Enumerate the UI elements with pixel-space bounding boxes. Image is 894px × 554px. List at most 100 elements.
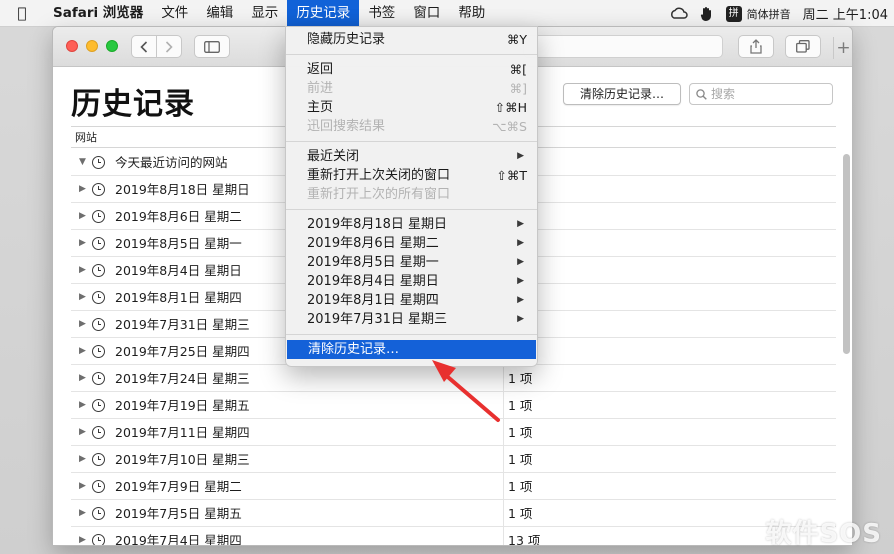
- sidebar-toggle-button[interactable]: [194, 35, 230, 58]
- menu-item-label: 清除历史记录…: [308, 342, 400, 357]
- disclosure-closed-icon[interactable]: ▶: [79, 230, 86, 257]
- menu-edit[interactable]: 编辑: [197, 0, 242, 27]
- minimize-window-button[interactable]: [86, 40, 98, 52]
- disclosure-closed-icon[interactable]: ▶: [79, 500, 86, 527]
- new-tab-button[interactable]: +: [833, 37, 852, 59]
- history-item-count: 1 项: [508, 371, 533, 386]
- clock-icon: [92, 453, 105, 466]
- menu-item: 迅回搜索结果 ⌥⌘S: [286, 117, 537, 136]
- menu-item[interactable]: 2019年8月6日 星期二 ▶: [286, 234, 537, 253]
- input-method-indicator[interactable]: 拼简体拼音: [720, 5, 797, 22]
- history-search-field[interactable]: [689, 83, 833, 105]
- submenu-arrow-icon: ▶: [517, 295, 524, 305]
- menu-item[interactable]: 隐藏历史记录 ⌘Y: [286, 30, 537, 49]
- close-window-button[interactable]: [66, 40, 78, 52]
- history-row[interactable]: ▶ 2019年7月10日 星期三 1 项: [71, 446, 836, 473]
- page-title: 历史记录: [71, 87, 195, 122]
- menu-item-shortcut: ⇧⌘T: [496, 168, 527, 183]
- menu-item[interactable]: 最近关闭 ▶: [286, 147, 537, 166]
- submenu-arrow-icon: ▶: [517, 219, 524, 229]
- menu-item-label: 迅回搜索结果: [307, 119, 386, 134]
- menu-item[interactable]: 2019年8月1日 星期四 ▶: [286, 291, 537, 310]
- clear-history-button[interactable]: 清除历史记录…: [563, 83, 681, 105]
- history-row[interactable]: ▶ 2019年7月5日 星期五 1 项: [71, 500, 836, 527]
- disclosure-closed-icon[interactable]: ▶: [79, 392, 86, 419]
- clock-icon: [92, 399, 105, 412]
- creative-cloud-icon[interactable]: [664, 7, 694, 21]
- menu-separator: [286, 209, 537, 210]
- vertical-scrollbar[interactable]: [843, 154, 850, 354]
- disclosure-closed-icon[interactable]: ▶: [79, 365, 86, 392]
- menu-help[interactable]: 帮助: [449, 0, 494, 27]
- menu-item[interactable]: 返回 ⌘[: [286, 60, 537, 79]
- annotation-arrow-icon: [432, 360, 500, 422]
- menu-item: 重新打开上次的所有窗口: [286, 185, 537, 204]
- disclosure-closed-icon[interactable]: ▶: [79, 311, 86, 338]
- disclosure-closed-icon[interactable]: ▶: [79, 527, 86, 545]
- disclosure-open-icon[interactable]: ▼: [79, 149, 86, 176]
- disclosure-closed-icon[interactable]: ▶: [79, 203, 86, 230]
- menu-history[interactable]: 历史记录: [287, 0, 360, 27]
- disclosure-closed-icon[interactable]: ▶: [79, 338, 86, 365]
- disclosure-closed-icon[interactable]: ▶: [79, 446, 86, 473]
- clock-icon: [92, 534, 105, 545]
- chevron-left-icon: [140, 40, 148, 53]
- menu-item[interactable]: 重新打开上次关闭的窗口 ⇧⌘T: [286, 166, 537, 185]
- disclosure-closed-icon[interactable]: ▶: [79, 284, 86, 311]
- forward-button[interactable]: [156, 35, 182, 58]
- row-column-divider: [503, 500, 504, 526]
- disclosure-closed-icon[interactable]: ▶: [79, 473, 86, 500]
- sidebar-icon: [204, 40, 220, 53]
- share-button[interactable]: [738, 35, 774, 58]
- menu-item-label: 2019年8月1日 星期四: [307, 293, 439, 308]
- menu-item-shortcut: ⇧⌘H: [494, 100, 527, 115]
- hand-icon[interactable]: [694, 6, 720, 22]
- disclosure-closed-icon[interactable]: ▶: [79, 176, 86, 203]
- menu-item: 前进 ⌘]: [286, 79, 537, 98]
- menu-bookmarks[interactable]: 书签: [359, 0, 404, 27]
- history-row[interactable]: ▶ 2019年7月4日 星期四 13 项: [71, 527, 836, 546]
- search-input[interactable]: [711, 87, 821, 101]
- menu-separator: [286, 54, 537, 55]
- disclosure-closed-icon[interactable]: ▶: [79, 419, 86, 446]
- menu-item-label: 重新打开上次关闭的窗口: [307, 168, 451, 183]
- history-item-count: 1 项: [508, 506, 533, 521]
- zoom-window-button[interactable]: [106, 40, 118, 52]
- history-item-count: 1 项: [508, 452, 533, 467]
- show-tabs-button[interactable]: [785, 35, 821, 58]
- history-date-label: 2019年7月19日 星期五: [115, 398, 250, 413]
- menu-item-shortcut: ⌥⌘S: [492, 119, 527, 134]
- back-button[interactable]: [131, 35, 157, 58]
- history-date-label: 2019年7月10日 星期三: [115, 452, 250, 467]
- address-bar[interactable]: [523, 35, 723, 58]
- tabs-overview-icon: [796, 40, 810, 53]
- menu-item-label: 2019年7月31日 星期三: [307, 312, 448, 327]
- submenu-arrow-icon: ▶: [517, 276, 524, 286]
- menu-item-label: 最近关闭: [307, 149, 360, 164]
- history-date-label: 2019年8月5日 星期一: [115, 236, 242, 251]
- history-date-label: 2019年7月25日 星期四: [115, 344, 250, 359]
- row-column-divider: [503, 446, 504, 472]
- menu-item[interactable]: 2019年8月18日 星期日 ▶: [286, 215, 537, 234]
- menu-item-label: 2019年8月5日 星期一: [307, 255, 439, 270]
- menubar-clock[interactable]: 周二 上午1:04: [797, 4, 894, 23]
- submenu-arrow-icon: ▶: [517, 238, 524, 248]
- menu-item[interactable]: 主页 ⇧⌘H: [286, 98, 537, 117]
- menu-view[interactable]: 显示: [242, 0, 287, 27]
- menu-item-label: 隐藏历史记录: [307, 32, 386, 47]
- menu-separator: [286, 141, 537, 142]
- history-date-label: 2019年8月18日 星期日: [115, 182, 250, 197]
- menu-window[interactable]: 窗口: [404, 0, 449, 27]
- menu-item[interactable]: 2019年7月31日 星期三 ▶: [286, 310, 537, 329]
- menu-app-name[interactable]: Safari 浏览器: [44, 0, 152, 27]
- disclosure-closed-icon[interactable]: ▶: [79, 257, 86, 284]
- history-item-count: 13 项: [508, 533, 541, 546]
- history-row[interactable]: ▶ 2019年7月9日 星期二 1 项: [71, 473, 836, 500]
- clock-icon: [92, 291, 105, 304]
- apple-menu-icon[interactable]: : [0, 4, 44, 22]
- menu-file[interactable]: 文件: [152, 0, 197, 27]
- menu-separator: [286, 334, 537, 335]
- menu-item[interactable]: 2019年8月5日 星期一 ▶: [286, 253, 537, 272]
- menu-item[interactable]: 2019年8月4日 星期日 ▶: [286, 272, 537, 291]
- chevron-right-icon: [165, 40, 173, 53]
